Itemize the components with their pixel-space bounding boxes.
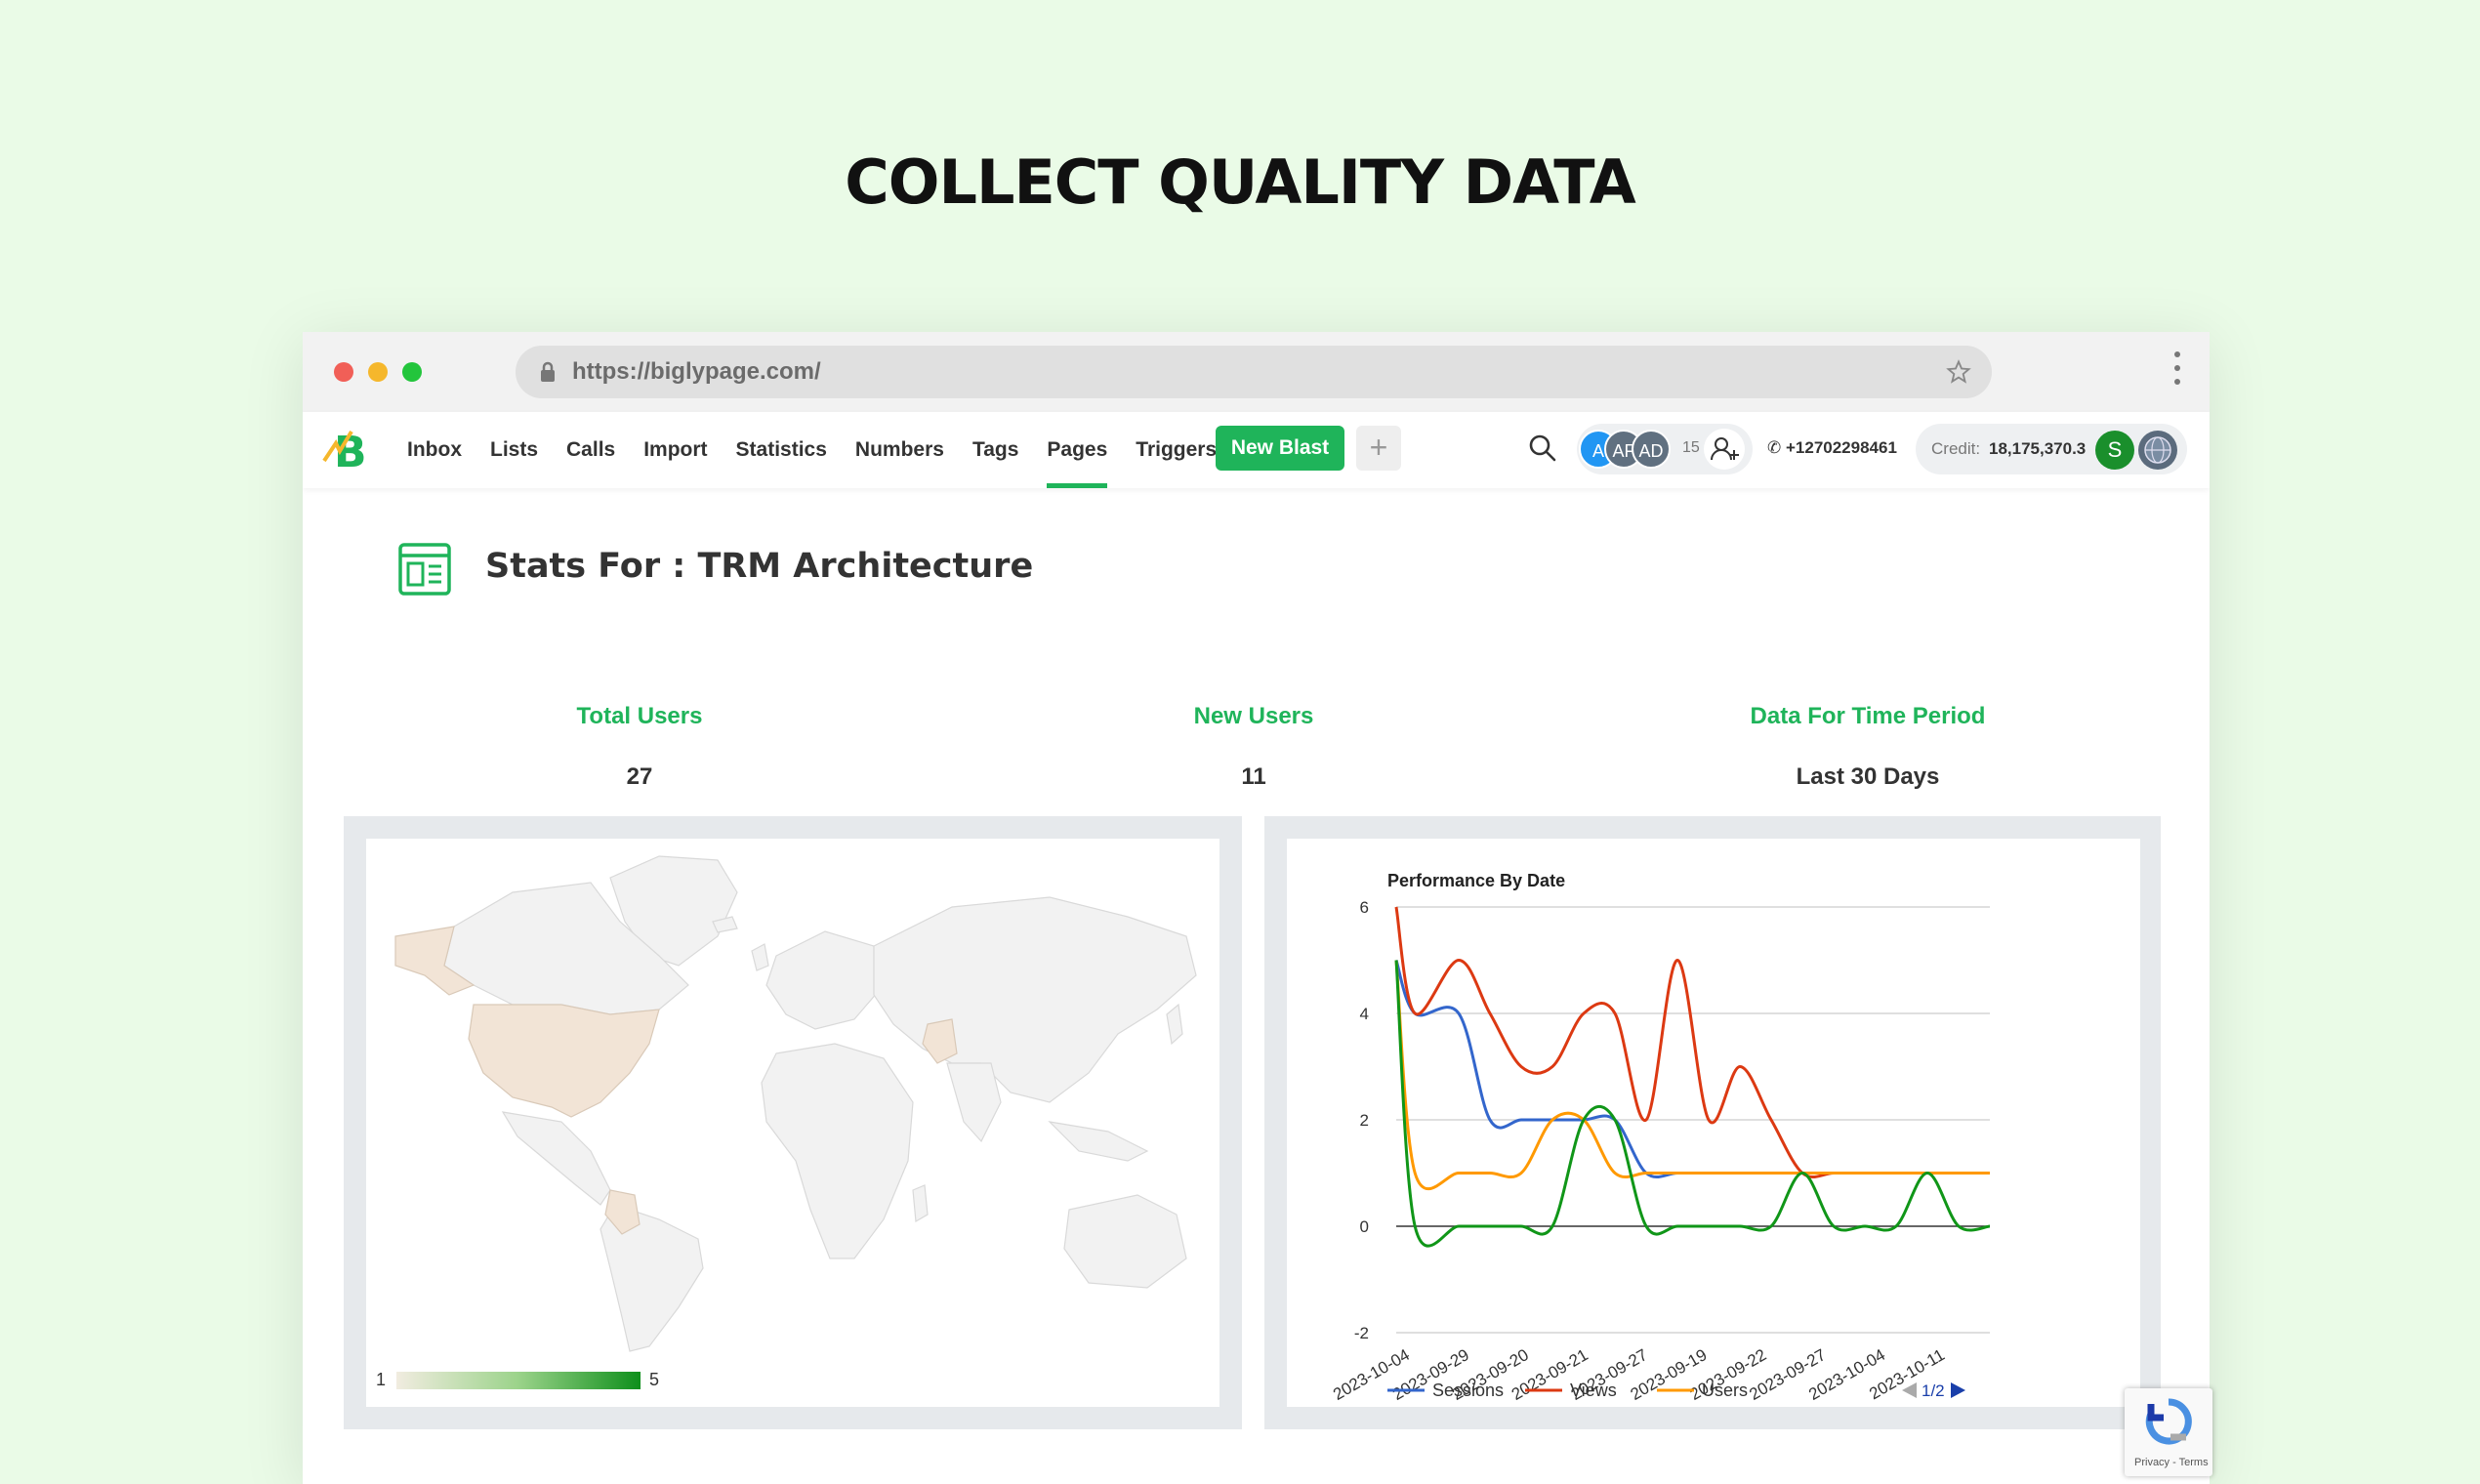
team-count: 15 xyxy=(1682,439,1700,456)
nav-item-tags[interactable]: Tags xyxy=(972,412,1018,488)
brand-logo[interactable]: B xyxy=(322,422,369,476)
hero-title: COLLECT QUALITY DATA xyxy=(845,146,1636,218)
phone-icon: ✆ xyxy=(1767,438,1782,457)
nav-item-statistics[interactable]: Statistics xyxy=(736,412,827,488)
stat-new-users: New Users 11 xyxy=(1058,703,1449,791)
address-bar[interactable]: https://biglypage.com/ xyxy=(516,346,1992,398)
legend-label: Users xyxy=(1702,1381,1748,1400)
series-line-users xyxy=(1394,960,1990,1191)
legend-min: 1 xyxy=(376,1370,387,1389)
series-line-sessions xyxy=(1394,960,1990,1178)
avatar[interactable]: AD xyxy=(1632,430,1671,469)
legend-label: Views xyxy=(1570,1381,1617,1400)
nav-item-numbers[interactable]: Numbers xyxy=(855,412,944,488)
chart-area: Performance By Date 6 4 2 0 -2 2023-10-04 2023-… xyxy=(1287,839,2140,1407)
credit-balance[interactable]: Credit: 18,175,370.3 S xyxy=(1916,424,2187,474)
recaptcha-badge[interactable]: Privacy - Terms xyxy=(2125,1388,2212,1476)
stat-total-users: Total Users 27 xyxy=(444,703,835,791)
stat-value: Last 30 Days xyxy=(1796,763,1940,790)
y-tick-label: 6 xyxy=(1360,898,1369,917)
stat-label: Data For Time Period xyxy=(1750,703,1986,729)
add-button[interactable]: + xyxy=(1356,426,1401,471)
chart-panel: Performance By Date 6 4 2 0 -2 2023-10-04 2023-… xyxy=(1264,816,2161,1429)
y-tick-label: 2 xyxy=(1360,1111,1369,1130)
nav-item-inbox[interactable]: Inbox xyxy=(407,412,462,488)
nav-item-calls[interactable]: Calls xyxy=(566,412,615,488)
geo-map[interactable]: 1 5 xyxy=(366,839,1219,1407)
world-map[interactable] xyxy=(366,839,1219,1366)
search-icon[interactable] xyxy=(1528,433,1557,463)
performance-chart[interactable]: Performance By Date6420-22023-10-042023-… xyxy=(1287,839,2140,1407)
stat-label: New Users xyxy=(1193,703,1314,729)
legend-next-icon xyxy=(1951,1382,1965,1398)
minimize-window-dot[interactable] xyxy=(368,362,388,382)
browser-menu-icon[interactable] xyxy=(2174,351,2180,392)
browser-chrome: https://biglypage.com/ xyxy=(303,332,2210,412)
y-tick-label: -2 xyxy=(1354,1324,1369,1342)
stat-value: 27 xyxy=(626,763,653,790)
phone-text: +12702298461 xyxy=(1785,438,1897,457)
workspace-avatar[interactable] xyxy=(2138,431,2177,470)
browser-window: https://biglypage.com/ B Inbox Lists Calls… xyxy=(303,332,2210,1484)
lock-icon xyxy=(541,361,555,382)
legend-max: 5 xyxy=(649,1370,660,1389)
credit-label: Credit: xyxy=(1931,439,1981,458)
nav-item-lists[interactable]: Lists xyxy=(490,412,538,488)
map-legend-gradient xyxy=(396,1372,641,1389)
y-tick-label: 4 xyxy=(1360,1005,1369,1023)
chart-title: Performance By Date xyxy=(1387,871,1565,890)
team-members[interactable]: A AF AD 15 xyxy=(1577,424,1753,474)
phone-number[interactable]: ✆ +12702298461 xyxy=(1767,438,1897,458)
nav-item-triggers[interactable]: Triggers xyxy=(1136,412,1217,488)
page-title: Stats For : TRM Architecture xyxy=(485,547,1034,586)
stat-time-period: Data For Time Period Last 30 Days xyxy=(1673,703,2063,791)
globe-icon xyxy=(2144,436,2171,464)
top-navbar: B Inbox Lists Calls Import Statistics Numbers… xyxy=(303,412,2210,488)
credit-value: 18,175,370.3 xyxy=(1989,439,2087,458)
close-window-dot[interactable] xyxy=(334,362,353,382)
recaptcha-text: Privacy - Terms xyxy=(2134,1457,2209,1468)
nav-item-pages[interactable]: Pages xyxy=(1047,412,1107,488)
recaptcha-icon xyxy=(2145,1398,2192,1445)
maximize-window-dot[interactable] xyxy=(402,362,422,382)
url-text: https://biglypage.com/ xyxy=(572,358,821,385)
legend-page: 1/2 xyxy=(1922,1381,1945,1400)
stat-value: 11 xyxy=(1241,763,1266,790)
add-user-icon[interactable] xyxy=(1704,429,1745,470)
stat-label: Total Users xyxy=(576,703,703,729)
page-icon xyxy=(398,543,451,596)
new-blast-button[interactable]: New Blast xyxy=(1216,426,1344,471)
main-nav: Inbox Lists Calls Import Statistics Numbers Ta… xyxy=(407,412,1245,488)
nav-item-import[interactable]: Import xyxy=(643,412,707,488)
legend-label: Sessions xyxy=(1432,1381,1504,1400)
user-avatar[interactable]: S xyxy=(2095,431,2134,470)
bookmark-star-icon[interactable] xyxy=(1945,358,1972,386)
y-tick-label: 0 xyxy=(1360,1217,1369,1236)
map-panel: 1 5 xyxy=(344,816,1242,1429)
series-line-views xyxy=(1394,906,1990,1178)
